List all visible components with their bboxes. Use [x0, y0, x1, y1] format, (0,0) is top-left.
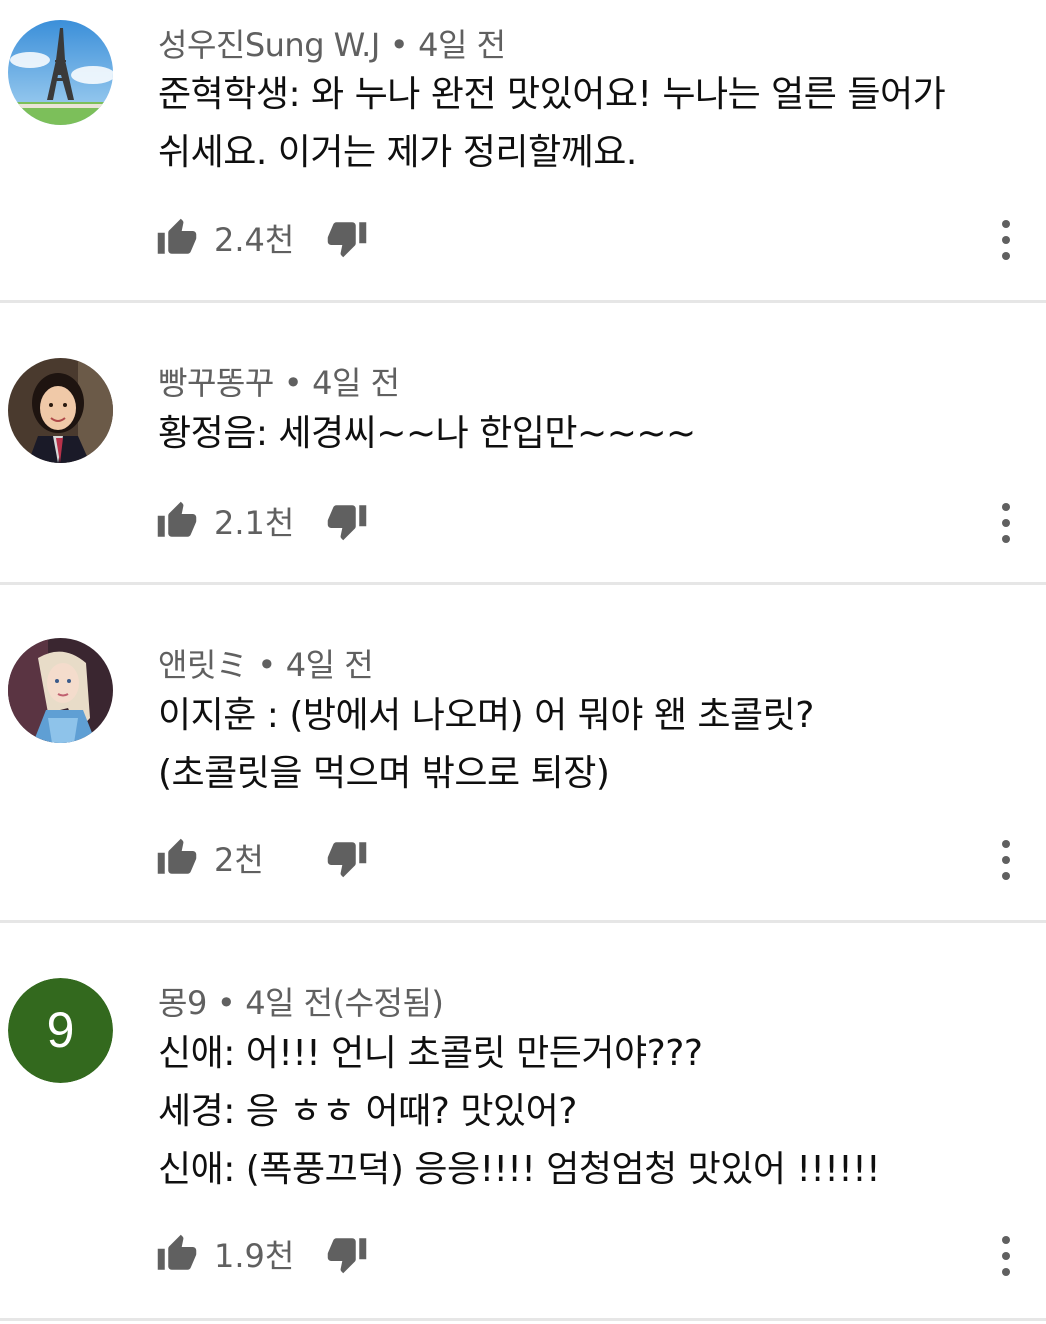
- comment-line: 쉬세요. 이거는 제가 정리할께요.: [158, 132, 637, 173]
- author-name[interactable]: 몽9: [158, 984, 207, 1022]
- meta-separator: •: [389, 26, 409, 64]
- like-count: 2천: [214, 841, 264, 879]
- comment-text: 황정음: 세경씨~~나 한입만~~~~: [158, 405, 1006, 463]
- comment-line: 이지훈 : (방에서 나오며) 어 뭐야 왠 초콜릿?: [158, 695, 814, 736]
- thumbs-up-icon[interactable]: [156, 217, 198, 259]
- author-name[interactable]: 성우진Sung W.J: [158, 26, 380, 64]
- comment-text: 준혁학생: 와 누나 완전 맛있어요! 누나는 얼른 들어가 쉬세요. 이거는 …: [158, 66, 1006, 182]
- comment-line: 준혁학생: 와 누나 완전 맛있어요! 누나는 얼른 들어가: [158, 74, 946, 115]
- comment-line: (초콜릿을 먹으며 밖으로 퇴장): [158, 753, 610, 794]
- comment-time[interactable]: 4일 전: [418, 26, 506, 64]
- comment-text: 신애: 어!!! 언니 초콜릿 만든거야??? 세경: 응 ㅎㅎ 어때? 맛있어…: [158, 1025, 1006, 1199]
- like-count: 2.1천: [214, 504, 295, 542]
- comment-line: 신애: 어!!! 언니 초콜릿 만든거야???: [158, 1033, 703, 1074]
- comment-meta: 빵꾸똥꾸 • 4일 전: [158, 358, 400, 404]
- comment-actions: 1.9천: [156, 1229, 368, 1279]
- comment-meta: 앤릿ミ • 4일 전: [158, 640, 374, 686]
- comment-meta: 성우진Sung W.J • 4일 전: [158, 20, 506, 66]
- comment-actions: 2천: [156, 833, 368, 883]
- girl-avatar-image: [8, 358, 113, 463]
- more-options-icon[interactable]: [994, 1231, 1018, 1281]
- comment-time[interactable]: 4일 전: [286, 646, 374, 684]
- thumbs-down-icon[interactable]: [326, 217, 368, 259]
- more-options-icon[interactable]: [994, 835, 1018, 885]
- avatar[interactable]: [8, 358, 113, 463]
- meta-separator: •: [216, 984, 236, 1022]
- thumbs-up-icon[interactable]: [156, 837, 198, 879]
- comment-actions: 2.4천: [156, 213, 368, 263]
- like-count: 1.9천: [214, 1237, 295, 1275]
- thumbs-up-icon[interactable]: [156, 1233, 198, 1275]
- comment-item: 9 몽9 • 4일 전(수정됨) 신애: 어!!! 언니 초콜릿 만든거야??? 세…: [0, 923, 1046, 1321]
- comment-text: 이지훈 : (방에서 나오며) 어 뭐야 왠 초콜릿? (초콜릿을 먹으며 밖으…: [158, 687, 1006, 803]
- eiffel-tower-avatar-image: [8, 20, 113, 125]
- comment-item: 성우진Sung W.J • 4일 전 준혁학생: 와 누나 완전 맛있어요! 누나는…: [0, 0, 1046, 303]
- meta-separator: •: [257, 646, 276, 684]
- avatar[interactable]: 9: [8, 978, 113, 1083]
- author-name[interactable]: 앤릿ミ: [158, 646, 248, 684]
- elsa-avatar-image: [8, 638, 113, 743]
- comment-item: 앤릿ミ • 4일 전 이지훈 : (방에서 나오며) 어 뭐야 왠 초콜릿? (초콜…: [0, 585, 1046, 923]
- author-name[interactable]: 빵꾸똥꾸: [158, 364, 274, 402]
- thumbs-up-icon[interactable]: [156, 500, 198, 542]
- comment-actions: 2.1천: [156, 496, 368, 546]
- meta-separator: •: [283, 364, 303, 402]
- more-options-icon[interactable]: [994, 215, 1018, 265]
- comment-meta: 몽9 • 4일 전(수정됨): [158, 978, 444, 1024]
- more-options-icon[interactable]: [994, 498, 1018, 548]
- comment-time[interactable]: 4일 전: [312, 364, 400, 402]
- letter-avatar: 9: [8, 978, 113, 1083]
- comment-time[interactable]: 4일 전(수정됨): [245, 984, 444, 1022]
- thumbs-down-icon[interactable]: [326, 500, 368, 542]
- comment-line: 황정음: 세경씨~~나 한입만~~~~: [158, 413, 696, 454]
- avatar[interactable]: [8, 638, 113, 743]
- comment-line: 신애: (폭풍끄덕) 응응!!!! 엄청엄청 맛있어 !!!!!!: [158, 1149, 881, 1190]
- like-count: 2.4천: [214, 221, 295, 259]
- thumbs-down-icon[interactable]: [326, 1233, 368, 1275]
- comment-line: 세경: 응 ㅎㅎ 어때? 맛있어?: [158, 1091, 577, 1132]
- thumbs-down-icon[interactable]: [326, 837, 368, 879]
- avatar[interactable]: [8, 20, 113, 125]
- comment-item: 빵꾸똥꾸 • 4일 전 황정음: 세경씨~~나 한입만~~~~ 2.1천: [0, 303, 1046, 585]
